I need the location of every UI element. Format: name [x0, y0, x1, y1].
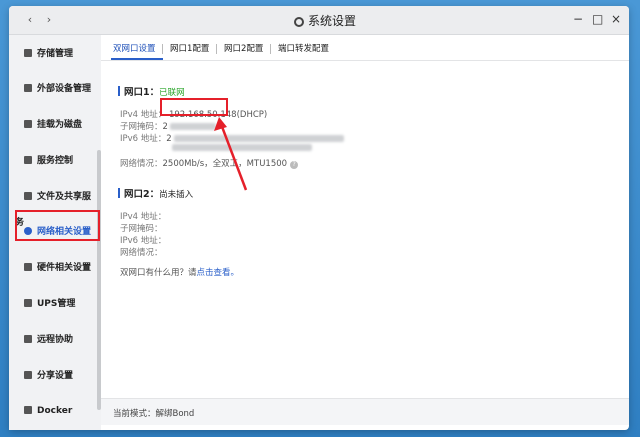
port2-heading: 网口2：尚未插入 — [118, 186, 193, 200]
sidebar-item-7[interactable]: UPS管理 — [15, 291, 95, 317]
sidebar-item-label: Docker — [37, 406, 73, 416]
help-link[interactable]: 点击查看。 — [197, 268, 240, 278]
minimize-button[interactable]: − — [573, 12, 583, 26]
port2-status: 尚未插入 — [159, 190, 194, 200]
tab-dual-port[interactable]: 双网口设置 — [113, 42, 156, 54]
sidebar-item-0[interactable]: 存储管理 — [15, 41, 95, 67]
current-mode-value: 解绑Bond — [155, 409, 195, 419]
window-title-text: 系统设置 — [308, 14, 357, 28]
sidebar-item-label: 分享设置 — [37, 371, 74, 381]
sidebar-scrollbar[interactable] — [97, 150, 101, 410]
port2-mask-row: 子网掩码： — [120, 224, 163, 234]
annotation-highlight-network — [15, 210, 100, 241]
port2-help-row: 双网口有什么用？请点击查看。 — [120, 268, 240, 278]
sidebar-item-2[interactable]: 挂载为磁盘 — [15, 112, 95, 138]
sidebar-item-1[interactable]: 外部设备管理 — [15, 76, 95, 102]
sidebar-item-label: 挂载为磁盘 — [37, 120, 83, 130]
sidebar-item-6[interactable]: 硬件相关设置 — [15, 255, 95, 281]
forward-button[interactable]: › — [42, 13, 56, 27]
mount-icon — [24, 120, 32, 128]
port1-heading: 网口1：已联网 — [118, 84, 185, 98]
help-icon[interactable]: ? — [290, 161, 299, 169]
redacted-mask — [169, 123, 216, 130]
sidebar-item-label: 存储管理 — [37, 49, 74, 59]
remote-icon — [24, 335, 32, 343]
sidebar-item-8[interactable]: 远程协助 — [15, 327, 95, 353]
usb-icon — [24, 84, 32, 92]
tab-port2[interactable]: 网口2配置 — [224, 42, 263, 54]
maximize-button[interactable]: □ — [592, 12, 603, 26]
back-button[interactable]: ‹ — [23, 13, 37, 27]
sidebar-item-label: UPS管理 — [37, 299, 76, 309]
title-bar: ‹ › 系统设置 − □ × — [9, 6, 629, 35]
redacted-ipv6-2 — [172, 144, 312, 151]
settings-gear-icon — [294, 17, 304, 27]
sidebar-item-9[interactable]: 分享设置 — [15, 363, 95, 389]
port2-ipv4-row: IPv4 地址： — [120, 212, 167, 222]
tab-port1[interactable]: 网口1配置 — [170, 42, 209, 54]
current-mode: 当前模式：解绑Bond — [113, 409, 195, 419]
sidebar-item-label: 硬件相关设置 — [37, 263, 92, 273]
toggle-icon — [24, 156, 32, 164]
settings-window: ‹ › 系统设置 − □ × — [9, 6, 629, 430]
port2-ipv6-row: IPv6 地址： — [120, 236, 167, 246]
sidebar-item-label: 外部设备管理 — [37, 84, 92, 94]
sidebar-item-10[interactable]: Docker — [15, 398, 95, 424]
close-button[interactable]: × — [611, 12, 621, 26]
sidebar-item-label: 远程协助 — [37, 335, 74, 345]
annotation-ip-box — [160, 98, 228, 116]
sidebar-item-3[interactable]: 服务控制 — [15, 148, 95, 174]
window-title: 系统设置 — [294, 12, 356, 29]
port2-network-row: 网络情况： — [120, 248, 163, 258]
sidebar-item-4[interactable]: 文件及共享服务 — [15, 184, 95, 228]
grid-icon — [24, 263, 32, 271]
redacted-ipv6 — [173, 135, 344, 142]
tab-port-forward[interactable]: 端口转发配置 — [278, 42, 329, 54]
port1-network-row: 网络情况：2500Mb/s，全双工，MTU1500? — [120, 157, 299, 169]
share-icon — [24, 371, 32, 379]
folder-icon — [24, 192, 32, 200]
port1-status: 已联网 — [159, 88, 185, 98]
docker-icon — [24, 406, 32, 414]
ups-icon — [24, 299, 32, 307]
storage-icon — [24, 49, 32, 57]
port1-mask-row: 子网掩码：2 — [120, 120, 216, 132]
sidebar-item-label: 服务控制 — [37, 156, 74, 166]
